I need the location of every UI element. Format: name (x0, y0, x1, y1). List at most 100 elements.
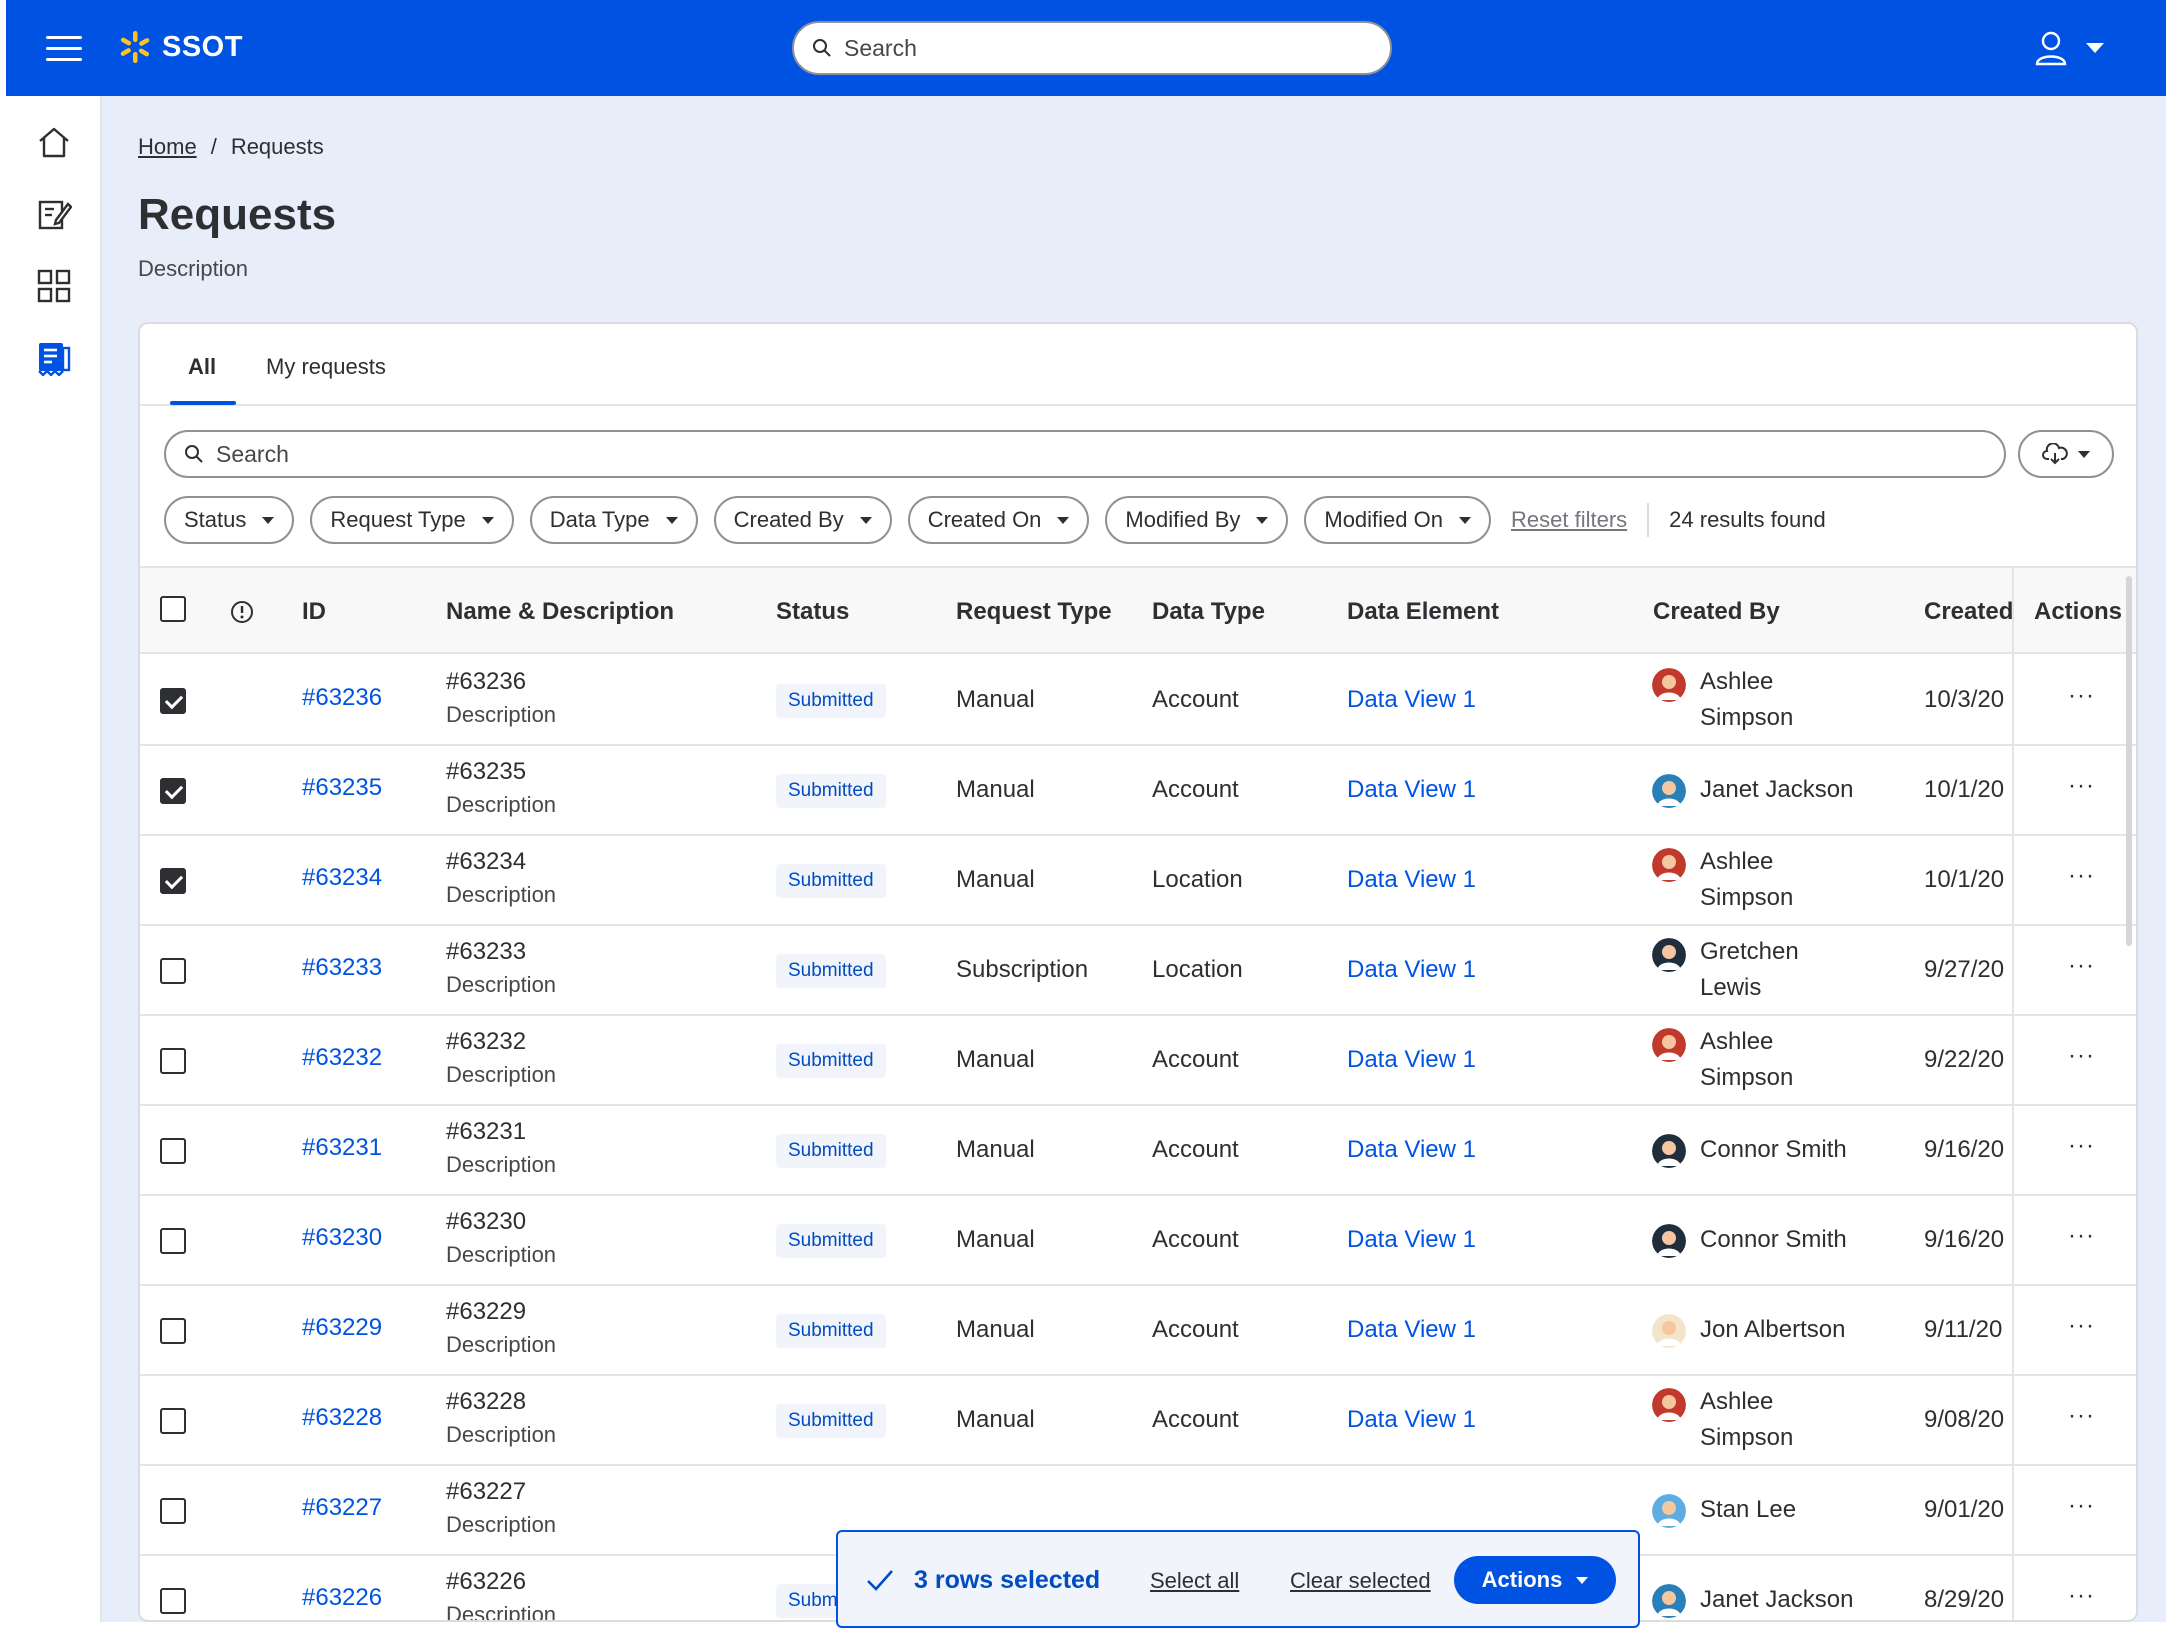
data-element-link[interactable]: Data View 1 (1347, 686, 1476, 714)
reset-filters-link[interactable]: Reset filters (1511, 507, 1627, 533)
request-id-link[interactable]: #63236 (302, 684, 382, 712)
request-id-link[interactable]: #63231 (302, 1134, 382, 1162)
select-all-link[interactable]: Select all (1150, 1568, 1239, 1594)
column-header-id[interactable]: ID (302, 598, 326, 626)
home-icon[interactable] (36, 124, 72, 160)
request-id-link[interactable]: #63228 (302, 1404, 382, 1432)
column-header-request-type[interactable]: Request Type (956, 598, 1112, 626)
row-checkbox[interactable] (160, 868, 186, 894)
request-type: Subscription (956, 956, 1089, 983)
data-type: Account (1152, 776, 1239, 803)
row-checkbox[interactable] (160, 1228, 186, 1254)
side-nav (6, 96, 102, 1622)
table-row[interactable]: #63236 #63236 Description Submitted Manual Ac… (140, 656, 2136, 746)
request-id-link[interactable]: #63233 (302, 954, 382, 982)
avatar-icon (1652, 1314, 1686, 1348)
request-id-link[interactable]: #63230 (302, 1224, 382, 1252)
created-date: 9/16/20 (1924, 1136, 2005, 1163)
column-header-data-element[interactable]: Data Element (1347, 598, 1499, 626)
column-header-data-type[interactable]: Data Type (1152, 598, 1265, 626)
request-id-link[interactable]: #63229 (302, 1314, 382, 1342)
table-header: ID Name & Description Status Request Typ… (140, 566, 2136, 654)
table-row[interactable]: #63235 #63235 Description Submitted Manual Ac… (140, 746, 2136, 836)
data-element-link[interactable]: Data View 1 (1347, 1136, 1476, 1164)
row-checkbox[interactable] (160, 1318, 186, 1344)
filter-created-on[interactable]: Created On (907, 496, 1090, 544)
table-search-input[interactable]: Search (164, 430, 2006, 478)
request-id-link[interactable]: #63235 (302, 774, 382, 802)
row-checkbox[interactable] (160, 1498, 186, 1524)
name-description: #63227 Description (446, 1478, 556, 1538)
name-description: #63230 Description (446, 1208, 556, 1268)
app-logo[interactable]: SSOT (118, 30, 243, 64)
filter-status[interactable]: Status (164, 496, 295, 544)
filter-bar: Status Request Type Data Type Created By… (164, 496, 1826, 544)
column-header-name[interactable]: Name & Description (446, 598, 674, 626)
table-row[interactable]: #63229 #63229 Description Submitted Manual Ac… (140, 1286, 2136, 1376)
tab-my-requests[interactable]: My requests (266, 354, 386, 380)
bulk-actions-button[interactable]: Actions (1454, 1556, 1616, 1604)
data-element-link[interactable]: Data View 1 (1347, 866, 1476, 894)
divider (1647, 503, 1650, 537)
breadcrumb-separator: / (210, 134, 217, 159)
scrollbar[interactable] (2126, 576, 2132, 946)
data-element-link[interactable]: Data View 1 (1347, 1316, 1476, 1344)
table-row[interactable]: #63234 #63234 Description Submitted Manual Lo… (140, 836, 2136, 926)
row-checkbox[interactable] (160, 1048, 186, 1074)
request-type: Manual (956, 1226, 1035, 1253)
chevron-down-icon (1576, 1576, 1589, 1584)
creator-first: Jon Albertson (1700, 1316, 1846, 1343)
user-menu[interactable] (2034, 28, 2124, 68)
request-type: Manual (956, 1406, 1035, 1433)
table-row[interactable]: #63233 #63233 Description Submitted Subscrip… (140, 926, 2136, 1016)
row-checkbox[interactable] (160, 1588, 186, 1614)
row-checkbox[interactable] (160, 1408, 186, 1434)
data-element-link[interactable]: Data View 1 (1347, 1046, 1476, 1074)
avatar-icon (1652, 1224, 1686, 1258)
column-header-created-by[interactable]: Created By (1653, 598, 1780, 626)
filter-modified-by[interactable]: Modified By (1105, 496, 1289, 544)
name-description: #63231 Description (446, 1118, 556, 1178)
table-row[interactable]: #63231 #63231 Description Submitted Manual Ac… (140, 1106, 2136, 1196)
data-element-link[interactable]: Data View 1 (1347, 956, 1476, 984)
search-placeholder: Search (844, 34, 917, 61)
status-badge: Submitted (776, 1224, 886, 1258)
grid-icon[interactable] (36, 268, 72, 304)
row-checkbox[interactable] (160, 688, 186, 714)
request-id-link[interactable]: #63232 (302, 1044, 382, 1072)
filter-created-by[interactable]: Created By (713, 496, 892, 544)
breadcrumb-home[interactable]: Home (138, 134, 197, 160)
data-element-link[interactable]: Data View 1 (1347, 1226, 1476, 1254)
column-header-created-on[interactable]: Created (1924, 598, 2012, 626)
row-checkbox[interactable] (160, 1138, 186, 1164)
data-element-link[interactable]: Data View 1 (1347, 776, 1476, 804)
filter-modified-on[interactable]: Modified On (1304, 496, 1491, 544)
data-type: Account (1152, 1136, 1239, 1163)
select-all-checkbox[interactable] (160, 596, 186, 622)
request-id-link[interactable]: #63226 (302, 1584, 382, 1612)
global-search-input[interactable]: Search (792, 21, 1392, 75)
menu-icon[interactable] (46, 34, 82, 62)
filter-data-type[interactable]: Data Type (529, 496, 698, 544)
table-row[interactable]: #63228 #63228 Description Submitted Manual Ac… (140, 1376, 2136, 1466)
row-checkbox[interactable] (160, 958, 186, 984)
chevron-down-icon (1459, 516, 1471, 524)
download-button[interactable] (2018, 430, 2114, 478)
table-row[interactable]: #63232 #63232 Description Submitted Manual Ac… (140, 1016, 2136, 1106)
creator-first: Janet Jackson (1700, 1586, 1854, 1613)
clear-selected-link[interactable]: Clear selected (1290, 1568, 1431, 1594)
table-row[interactable]: #63230 #63230 Description Submitted Manual Ac… (140, 1196, 2136, 1286)
request-id-link[interactable]: #63234 (302, 864, 382, 892)
edit-form-icon[interactable] (36, 196, 72, 232)
avatar-icon (1652, 1388, 1686, 1422)
request-description: Description (446, 882, 557, 907)
column-header-status[interactable]: Status (776, 598, 849, 626)
request-id-link[interactable]: #63227 (302, 1494, 382, 1522)
filter-request-type[interactable]: Request Type (310, 496, 514, 544)
tab-all[interactable]: All (188, 354, 216, 380)
data-element-link[interactable]: Data View 1 (1347, 1406, 1476, 1434)
requests-icon[interactable] (36, 340, 72, 376)
status-badge: Submitted (776, 774, 886, 808)
chevron-down-icon (1057, 516, 1070, 524)
row-checkbox[interactable] (160, 778, 186, 804)
